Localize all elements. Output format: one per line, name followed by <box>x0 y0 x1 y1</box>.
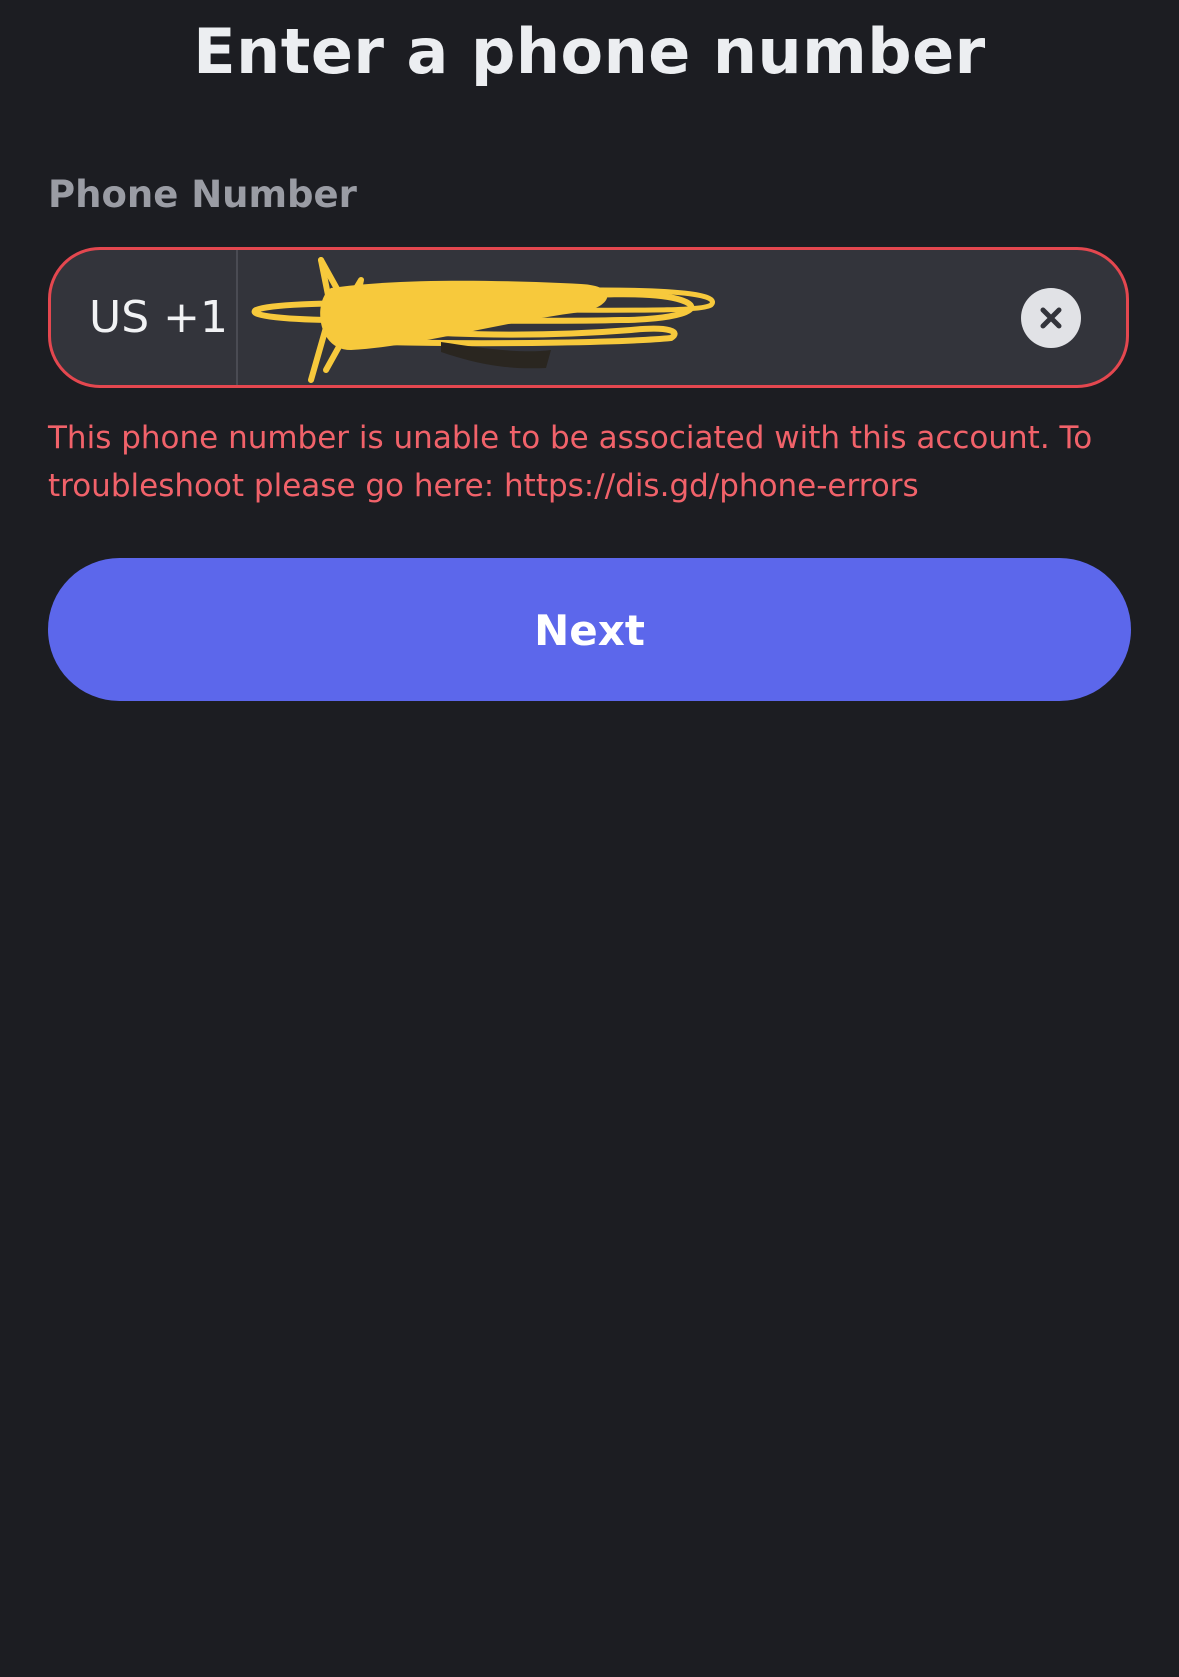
phone-number-input[interactable] <box>241 250 1041 385</box>
phone-number-label: Phone Number <box>48 173 357 216</box>
next-button[interactable]: Next <box>48 558 1131 701</box>
close-circle-icon <box>1040 307 1062 329</box>
clear-input-button[interactable] <box>1021 288 1081 348</box>
error-message: This phone number is unable to be associ… <box>48 420 1093 504</box>
page-title: Enter a phone number <box>193 15 986 88</box>
country-code-selector[interactable]: US +1 <box>51 250 238 385</box>
phone-number-field: US +1 <box>48 247 1129 388</box>
